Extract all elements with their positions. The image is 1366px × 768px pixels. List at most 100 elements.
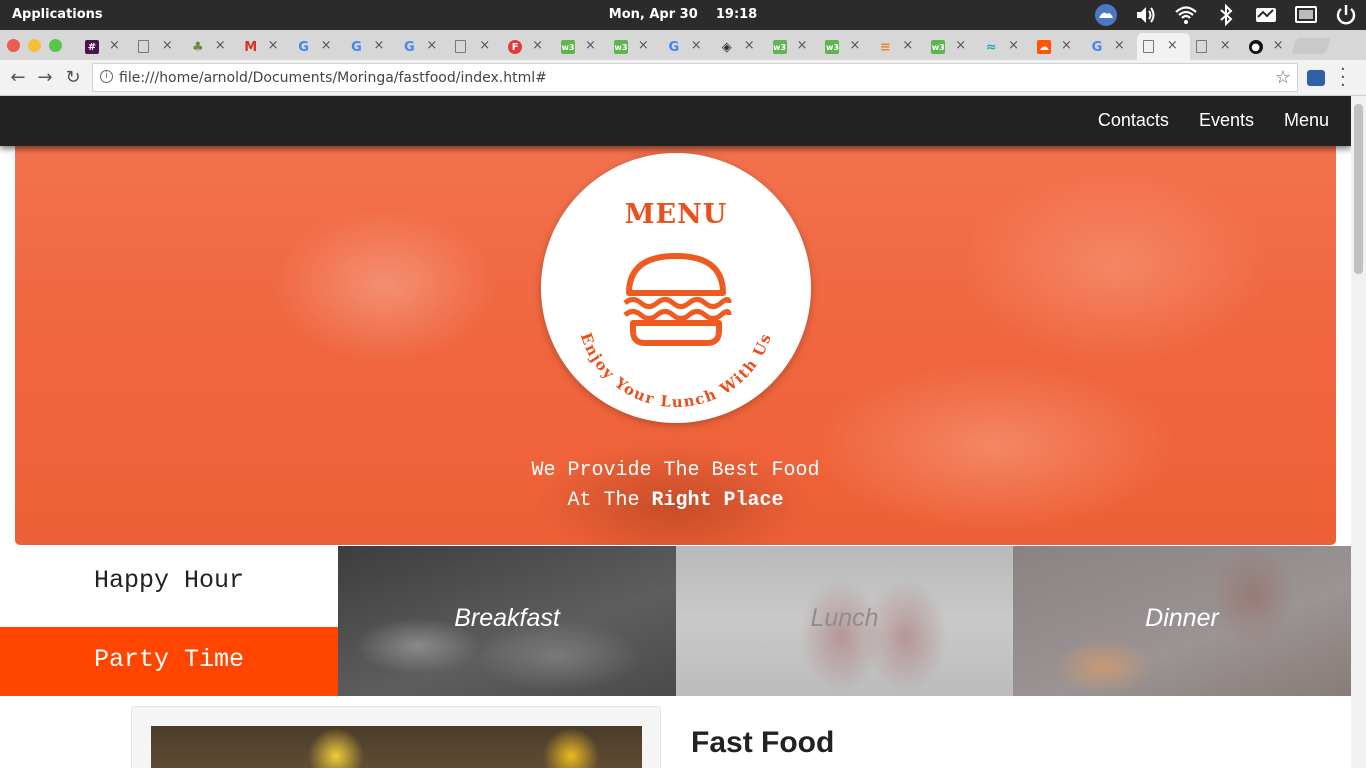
close-tab-icon[interactable]: × xyxy=(1008,38,1019,53)
burger-icon: Enjoy Your Lunch With Us xyxy=(577,253,774,411)
google-icon: G xyxy=(404,39,415,55)
google-icon: G xyxy=(298,39,309,55)
dinner-tile[interactable]: Dinner xyxy=(1013,546,1351,696)
page-icon xyxy=(1195,40,1207,53)
browser-tab[interactable]: ♣ × xyxy=(185,33,238,60)
browser-tab[interactable]: × xyxy=(1136,33,1190,60)
browser-tab[interactable]: w3 × xyxy=(925,33,978,60)
browser-tab[interactable]: w3 × xyxy=(767,33,820,60)
close-tab-icon[interactable]: × xyxy=(691,38,702,53)
os-top-bar: Applications Mon, Apr 30 19:18 xyxy=(0,0,1366,30)
meal-strip: Happy Hour Party Time Breakfast Lunch Di… xyxy=(0,546,1351,696)
breakfast-label: Breakfast xyxy=(454,604,560,632)
close-tab-icon[interactable]: × xyxy=(215,38,226,53)
browser-toolbar: ← → ↻ i file:///home/arnold/Documents/Mo… xyxy=(0,60,1366,96)
close-tab-icon[interactable]: × xyxy=(585,38,596,53)
close-tab-icon[interactable]: × xyxy=(1273,38,1284,53)
url-text[interactable]: file:///home/arnold/Documents/Moringa/fa… xyxy=(119,70,547,86)
browser-tab[interactable]: ≡ × xyxy=(872,33,925,60)
close-tab-icon[interactable]: × xyxy=(1061,38,1072,53)
browser-tab[interactable]: G × xyxy=(661,33,714,60)
soundcloud-icon: ☁ xyxy=(1037,40,1052,54)
nav-events-link[interactable]: Events xyxy=(1199,110,1254,131)
browser-tab[interactable]: × xyxy=(1190,33,1243,60)
party-time-box[interactable]: Party Time xyxy=(0,627,338,696)
close-tab-icon[interactable]: × xyxy=(268,38,279,53)
browser-tab[interactable]: F × xyxy=(502,33,555,60)
browser-tab[interactable]: ● × xyxy=(1243,33,1296,60)
browser-tab[interactable]: G × xyxy=(1084,33,1137,60)
display-icon[interactable] xyxy=(1294,3,1318,27)
browser-tab[interactable]: × xyxy=(132,33,185,60)
browser-tab[interactable]: w3 × xyxy=(608,33,661,60)
system-tray xyxy=(1094,3,1358,27)
tagline-prefix: At The xyxy=(567,489,652,512)
close-tab-icon[interactable]: × xyxy=(1220,38,1231,53)
browser-menu-icon[interactable]: · · · xyxy=(1340,61,1346,95)
extension-icon[interactable] xyxy=(1307,70,1325,86)
close-tab-icon[interactable]: × xyxy=(109,38,120,53)
close-tab-icon[interactable]: × xyxy=(1114,38,1125,53)
close-tab-icon[interactable]: × xyxy=(532,38,543,53)
browser-tab[interactable]: ◈ × xyxy=(714,33,767,60)
back-arrow-icon[interactable]: ← xyxy=(6,66,30,90)
wifi-icon[interactable] xyxy=(1174,3,1198,27)
close-tab-icon[interactable]: × xyxy=(426,38,437,53)
stackoverflow-icon: ≡ xyxy=(879,39,891,55)
power-icon[interactable] xyxy=(1334,3,1358,27)
close-tab-icon[interactable]: × xyxy=(1167,38,1178,53)
browser-tab[interactable]: M × xyxy=(238,33,291,60)
close-tab-icon[interactable]: × xyxy=(373,38,384,53)
close-tab-icon[interactable]: × xyxy=(638,38,649,53)
breakfast-tile[interactable]: Breakfast xyxy=(338,546,676,696)
close-tab-icon[interactable]: × xyxy=(955,38,966,53)
happy-hour-box[interactable]: Happy Hour xyxy=(0,546,338,627)
close-tab-icon[interactable]: × xyxy=(162,38,173,53)
browser-tab[interactable]: w3 × xyxy=(819,33,872,60)
close-tab-icon[interactable]: × xyxy=(479,38,490,53)
forward-arrow-icon[interactable]: → xyxy=(33,66,57,90)
scrollbar-thumb[interactable] xyxy=(1354,104,1363,274)
new-tab-button[interactable] xyxy=(1291,38,1331,54)
browser-tab[interactable]: w3 × xyxy=(555,33,608,60)
close-window-button[interactable] xyxy=(7,39,20,52)
browser-tab[interactable]: G × xyxy=(291,33,344,60)
page-icon xyxy=(455,40,467,53)
fast-food-image xyxy=(151,726,642,768)
address-bar[interactable]: i file:///home/arnold/Documents/Moringa/… xyxy=(92,63,1298,92)
browser-tab[interactable]: × xyxy=(449,33,502,60)
browser-tab[interactable]: G × xyxy=(396,33,449,60)
info-icon[interactable]: i xyxy=(100,70,113,83)
minimize-window-button[interactable] xyxy=(28,39,41,52)
browser-tab[interactable]: ≈ × xyxy=(978,33,1031,60)
volume-icon[interactable] xyxy=(1134,3,1158,27)
browser-tab[interactable]: G × xyxy=(343,33,396,60)
bookmark-star-icon[interactable]: ☆ xyxy=(1275,67,1291,88)
close-tab-icon[interactable]: × xyxy=(849,38,860,53)
nav-contacts-link[interactable]: Contacts xyxy=(1098,110,1169,131)
activity-icon[interactable] xyxy=(1254,3,1278,27)
gmail-icon: M xyxy=(244,39,258,55)
bluetooth-icon[interactable] xyxy=(1214,3,1238,27)
close-tab-icon[interactable]: × xyxy=(744,38,755,53)
reload-icon[interactable]: ↻ xyxy=(61,66,85,90)
nav-menu-link[interactable]: Menu xyxy=(1284,110,1329,131)
maximize-window-button[interactable] xyxy=(49,39,62,52)
w3-icon: w3 xyxy=(561,40,576,54)
browser-tab[interactable]: ☁ × xyxy=(1031,33,1084,60)
lunch-tile[interactable]: Lunch xyxy=(676,546,1013,696)
browser-tab[interactable]: # × xyxy=(79,33,132,60)
weather-icon[interactable] xyxy=(1094,3,1118,27)
slack-icon: # xyxy=(85,40,99,54)
browser-tab-strip: # × × ♣ × M × G × G × G × × F × w3 × w3 × G × ◈ × w3 × w3 × ≡ × w3 × ≈ × ☁… xyxy=(0,30,1366,60)
page-scrollbar[interactable] xyxy=(1351,96,1366,768)
tagline-bold: Right Place xyxy=(651,489,784,512)
close-tab-icon[interactable]: × xyxy=(902,38,913,53)
w3-icon: w3 xyxy=(825,40,840,54)
close-tab-icon[interactable]: × xyxy=(321,38,332,53)
site-navbar: Contacts Events Menu xyxy=(0,96,1351,146)
close-tab-icon[interactable]: × xyxy=(797,38,808,53)
w3-icon: w3 xyxy=(613,40,628,54)
fast-food-card xyxy=(131,706,661,768)
lunch-label: Lunch xyxy=(810,604,879,632)
